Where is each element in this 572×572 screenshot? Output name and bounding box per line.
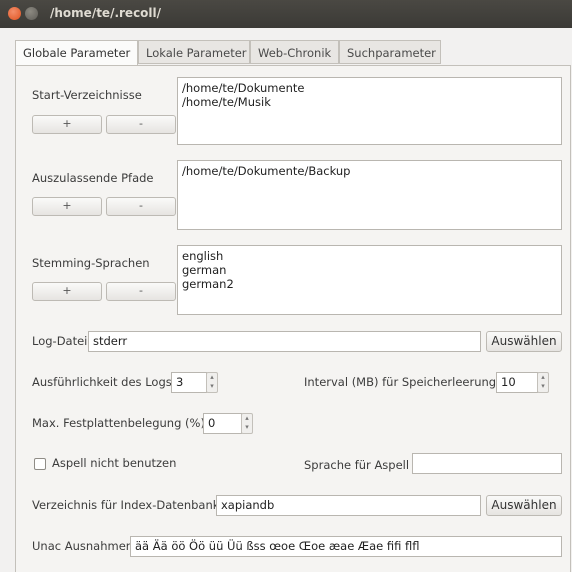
max-disk-usage-label: Max. Festplattenbelegung (%) xyxy=(32,416,205,430)
tab-search-parameters[interactable]: Suchparameter xyxy=(339,40,441,64)
add-stemming-language-button[interactable]: + xyxy=(32,282,102,301)
add-skipped-path-button[interactable]: + xyxy=(32,197,102,216)
list-item[interactable]: german2 xyxy=(182,277,557,291)
aspell-language-input[interactable] xyxy=(412,453,562,474)
skipped-paths-list[interactable]: /home/te/Dokumente/Backup xyxy=(177,160,562,230)
unac-exceptions-label: Unac Ausnahmen xyxy=(32,539,134,553)
remove-skipped-path-button[interactable]: - xyxy=(106,197,176,216)
stemming-languages-label: Stemming-Sprachen xyxy=(32,256,150,270)
choose-log-file-button[interactable]: Auswählen xyxy=(486,331,562,352)
spin-arrows-icon[interactable]: ▴ ▾ xyxy=(241,413,253,434)
choose-index-db-button[interactable]: Auswählen xyxy=(486,495,562,516)
minimize-window-icon[interactable] xyxy=(25,7,38,20)
window-title: /home/te/.recoll/ xyxy=(50,6,162,20)
unac-exceptions-input[interactable]: ää Ää öö Öö üü Üü ßss œoe Œoe æae Æae ﬁf… xyxy=(130,536,562,557)
spin-arrows-icon[interactable]: ▴ ▾ xyxy=(206,372,218,393)
list-item[interactable]: /home/te/Dokumente/Backup xyxy=(182,164,557,178)
no-aspell-label: Aspell nicht benutzen xyxy=(52,456,177,470)
list-item[interactable]: english xyxy=(182,249,557,263)
stemming-languages-list[interactable]: english german german2 xyxy=(177,245,562,315)
flush-interval-label: Interval (MB) für Speicherleerung xyxy=(304,375,497,389)
log-verbosity-label: Ausführlichkeit des Logs xyxy=(32,375,172,389)
flush-interval-value[interactable]: 10 xyxy=(496,372,538,393)
remove-stemming-language-button[interactable]: - xyxy=(106,282,176,301)
log-verbosity-spinbox[interactable]: 3 ▴ ▾ xyxy=(171,372,218,393)
log-file-label: Log-Datei xyxy=(32,334,88,348)
index-db-label: Verzeichnis für Index-Datenbank xyxy=(32,498,220,512)
title-bar: /home/te/.recoll/ xyxy=(0,0,572,28)
no-aspell-checkbox[interactable] xyxy=(34,458,46,470)
start-dirs-label: Start-Verzeichnisse xyxy=(32,88,142,102)
close-window-icon[interactable] xyxy=(8,7,21,20)
spin-arrows-icon[interactable]: ▴ ▾ xyxy=(537,372,549,393)
remove-start-dir-button[interactable]: - xyxy=(106,115,176,134)
max-disk-usage-value[interactable]: 0 xyxy=(203,413,242,434)
max-disk-usage-spinbox[interactable]: 0 ▴ ▾ xyxy=(203,413,253,434)
list-item[interactable]: /home/te/Musik xyxy=(182,95,557,109)
start-dirs-list[interactable]: /home/te/Dokumente /home/te/Musik xyxy=(177,77,562,145)
index-db-input[interactable]: xapiandb xyxy=(216,495,481,516)
log-file-input[interactable]: stderr xyxy=(88,331,481,352)
list-item[interactable]: german xyxy=(182,263,557,277)
aspell-language-label: Sprache für Aspell xyxy=(304,458,410,472)
log-verbosity-value[interactable]: 3 xyxy=(171,372,207,393)
add-start-dir-button[interactable]: + xyxy=(32,115,102,134)
flush-interval-spinbox[interactable]: 10 ▴ ▾ xyxy=(496,372,550,393)
skipped-paths-label: Auszulassende Pfade xyxy=(32,171,154,185)
tab-local-parameters[interactable]: Lokale Parameter xyxy=(138,40,250,64)
tab-web-history[interactable]: Web-Chronik xyxy=(250,40,339,64)
tab-global-parameters[interactable]: Globale Parameter xyxy=(15,40,138,66)
list-item[interactable]: /home/te/Dokumente xyxy=(182,81,557,95)
